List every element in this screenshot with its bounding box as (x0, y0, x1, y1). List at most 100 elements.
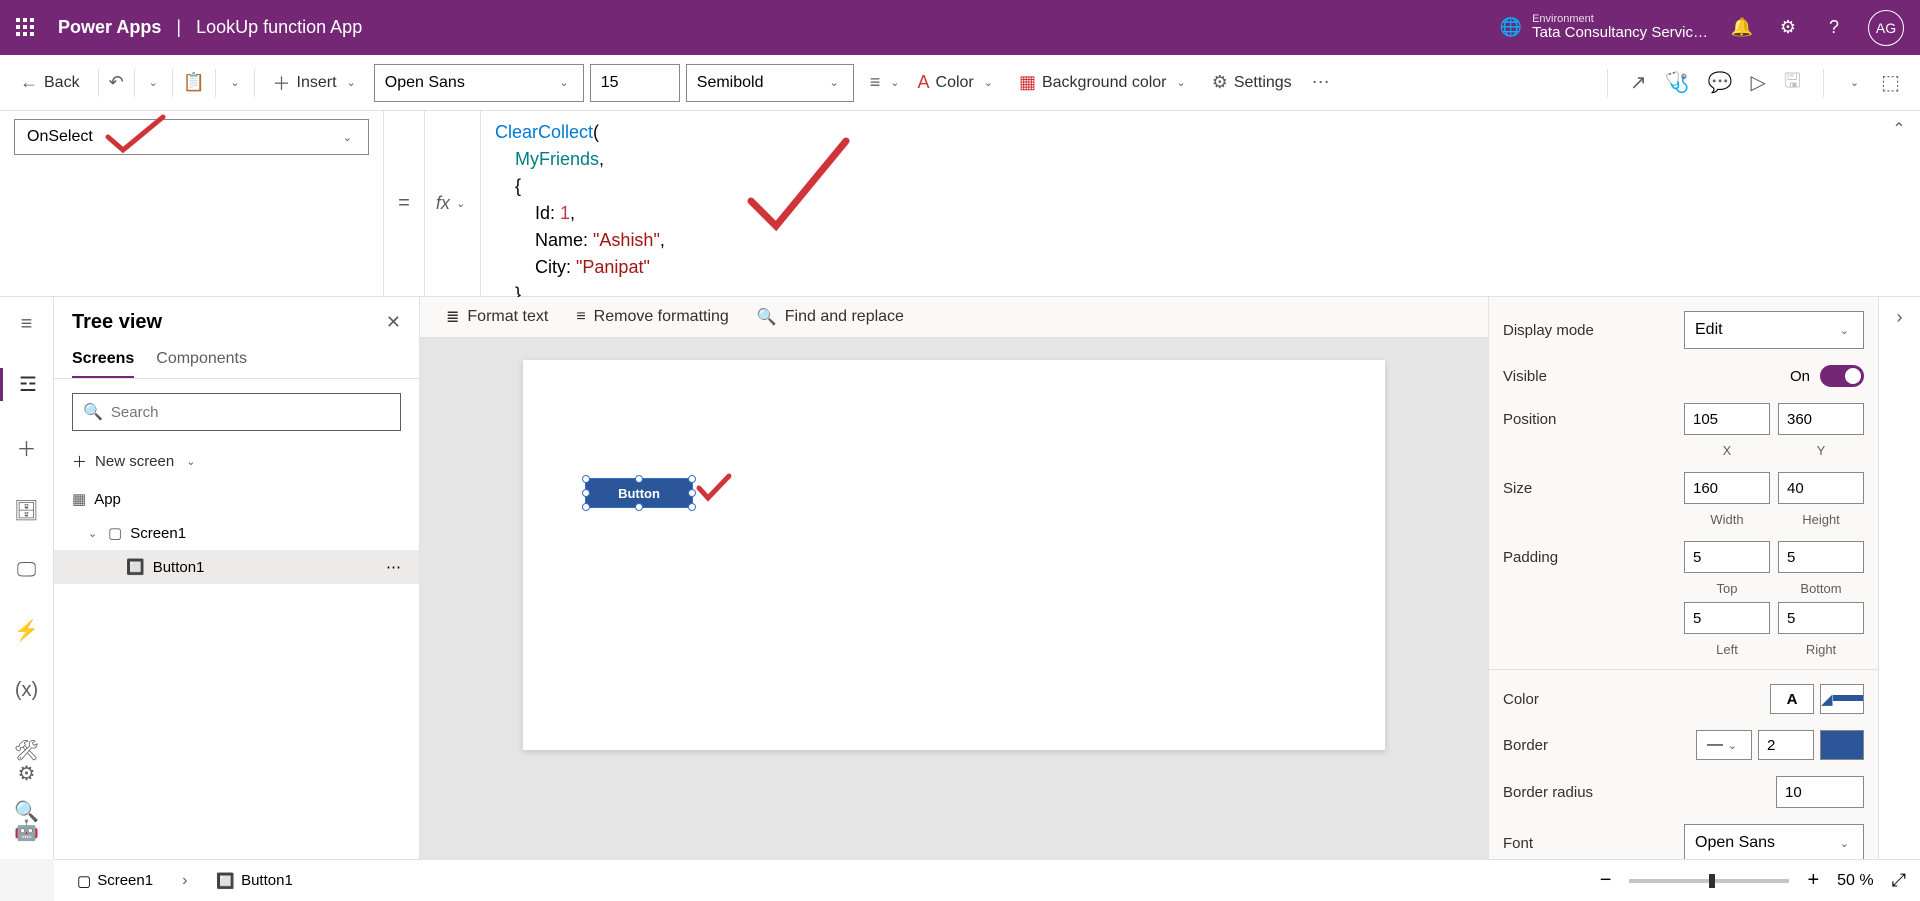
padding-right-input[interactable] (1778, 602, 1864, 634)
align-icon[interactable]: ≡ (870, 72, 881, 93)
padding-top-input[interactable] (1684, 541, 1770, 573)
virtual-agent-icon[interactable]: 🤖 (0, 814, 53, 847)
more-icon[interactable]: ⋯ (1312, 72, 1330, 93)
border-width-input[interactable] (1758, 730, 1814, 760)
more-icon[interactable]: ⋯ (386, 558, 401, 576)
canvas-button-control[interactable]: Button (585, 478, 693, 508)
border-style-select[interactable]: —⌄ (1696, 730, 1752, 760)
padding-bottom-input[interactable] (1778, 541, 1864, 573)
environment-picker[interactable]: 🌐 Environment Tata Consultancy Servic… (1500, 13, 1708, 42)
resize-handle[interactable] (582, 489, 590, 497)
prop-label: Position (1503, 411, 1556, 428)
tree-item-screen1[interactable]: ⌄▢Screen1 (54, 516, 419, 550)
canvas-area[interactable]: Button (420, 338, 1488, 859)
font-prop-select[interactable]: Open Sans⌄ (1684, 824, 1864, 859)
data-icon[interactable]: 🗄 (0, 494, 53, 527)
new-screen-button[interactable]: ＋New screen⌄ (54, 445, 419, 482)
find-replace-button[interactable]: 🔍Find and replace (757, 307, 904, 327)
property-select[interactable]: OnSelect ⌄ (14, 119, 369, 155)
media-icon[interactable]: 🖵 (0, 555, 53, 586)
canvas-screen[interactable]: Button (523, 360, 1385, 750)
env-label: Environment (1532, 13, 1708, 25)
padding-left-input[interactable] (1684, 602, 1770, 634)
fx-button[interactable]: fx⌄ (425, 111, 481, 296)
tab-screens[interactable]: Screens (72, 342, 134, 378)
search-input[interactable] (111, 404, 390, 421)
app-checker-icon[interactable]: 🩺 (1665, 70, 1690, 95)
resize-handle[interactable] (688, 475, 696, 483)
bgcolor-button[interactable]: ▦Background color⌄ (1011, 66, 1198, 99)
zoom-out-icon[interactable]: − (1600, 869, 1612, 892)
chevron-down-icon: ⌄ (1836, 833, 1853, 854)
properties-pane: Display mode Edit⌄ Visible On Position X… (1488, 297, 1878, 859)
align-chevron-icon[interactable]: ⌄ (886, 72, 903, 93)
variables-icon[interactable]: (x) (0, 675, 53, 706)
font-family-select[interactable]: Open Sans⌄ (374, 64, 584, 102)
formula-editor[interactable]: ClearCollect( MyFriends, { Id: 1, Name: … (481, 111, 1878, 296)
resize-handle[interactable] (582, 503, 590, 511)
fontweight-value: Semibold (697, 74, 764, 92)
expand-right-icon[interactable]: › (1897, 307, 1903, 328)
close-icon[interactable]: ✕ (386, 312, 401, 333)
notifications-icon[interactable]: 🔔 (1730, 17, 1754, 38)
save-chevron-icon[interactable]: ⌄ (1846, 72, 1863, 93)
zoom-slider[interactable] (1629, 879, 1789, 883)
remove-formatting-button[interactable]: ≡Remove formatting (576, 307, 729, 327)
font-weight-select[interactable]: Semibold⌄ (686, 64, 854, 102)
resize-handle[interactable] (635, 475, 643, 483)
border-radius-input[interactable] (1776, 776, 1864, 808)
position-x-input[interactable] (1684, 403, 1770, 435)
breadcrumb-screen[interactable]: ▢Screen1 (68, 867, 162, 895)
tree-search[interactable]: 🔍 (72, 393, 401, 431)
undo-chevron-icon[interactable]: ⌄ (145, 72, 162, 93)
help-icon[interactable]: ? (1822, 17, 1846, 38)
power-automate-icon[interactable]: ⚡ (0, 614, 53, 647)
paste-chevron-icon[interactable]: ⌄ (226, 72, 243, 93)
font-size-select[interactable]: 15 (590, 64, 680, 102)
tree-title: Tree view (72, 311, 162, 334)
visible-toggle[interactable] (1820, 365, 1864, 387)
sublabel: Y (1778, 443, 1864, 458)
crumb-label: Screen1 (97, 872, 153, 889)
position-y-input[interactable] (1778, 403, 1864, 435)
share-icon[interactable]: ↗ (1630, 70, 1647, 95)
text-color-swatch[interactable]: A (1770, 684, 1814, 714)
tab-components[interactable]: Components (156, 342, 247, 378)
fill-color-swatch[interactable]: ◢ (1820, 684, 1864, 714)
back-button[interactable]: ←Back (12, 66, 88, 99)
color-button[interactable]: AColor⌄ (910, 66, 1005, 99)
settings-button[interactable]: ⚙Settings (1204, 66, 1300, 99)
undo-icon[interactable]: ↶ (109, 72, 124, 93)
format-text-button[interactable]: ≣Format text (446, 307, 548, 327)
fit-to-window-icon[interactable]: ⤢ (1892, 870, 1906, 891)
toggle-text: On (1790, 368, 1810, 385)
tree-item-app[interactable]: ▦App (54, 482, 419, 516)
settings-rail-icon[interactable]: ⚙ (0, 757, 53, 790)
display-mode-select[interactable]: Edit⌄ (1684, 311, 1864, 349)
ftb-label: Find and replace (785, 308, 904, 326)
env-value: Tata Consultancy Servic… (1532, 25, 1708, 42)
border-color-swatch[interactable] (1820, 730, 1864, 760)
publish-icon[interactable]: ⬚ (1881, 70, 1900, 95)
resize-handle[interactable] (688, 489, 696, 497)
height-input[interactable] (1778, 472, 1864, 504)
width-input[interactable] (1684, 472, 1770, 504)
settings-gear-icon[interactable]: ⚙ (1776, 17, 1800, 38)
app-launcher-icon[interactable] (16, 18, 36, 38)
resize-handle[interactable] (688, 503, 696, 511)
avatar[interactable]: AG (1868, 10, 1904, 46)
tree-item-button1[interactable]: 🔲Button1 ⋯ (54, 550, 419, 584)
insert-rail-icon[interactable]: ＋ (0, 429, 53, 466)
save-icon[interactable]: 🖫 (1784, 66, 1801, 100)
hamburger-icon[interactable]: ≡ (0, 309, 53, 340)
zoom-in-icon[interactable]: + (1807, 869, 1819, 892)
paste-icon[interactable]: 📋 (183, 72, 205, 93)
tree-view-icon[interactable]: ☲ (0, 368, 53, 401)
breadcrumb-button[interactable]: 🔲Button1 (207, 867, 301, 895)
resize-handle[interactable] (582, 475, 590, 483)
preview-play-icon[interactable]: ▷ (1750, 70, 1765, 95)
comments-icon[interactable]: 💬 (1708, 70, 1733, 95)
insert-button[interactable]: ＋Insert⌄ (265, 64, 368, 102)
resize-handle[interactable] (635, 503, 643, 511)
formula-collapse-icon[interactable]: ⌃ (1878, 111, 1920, 296)
